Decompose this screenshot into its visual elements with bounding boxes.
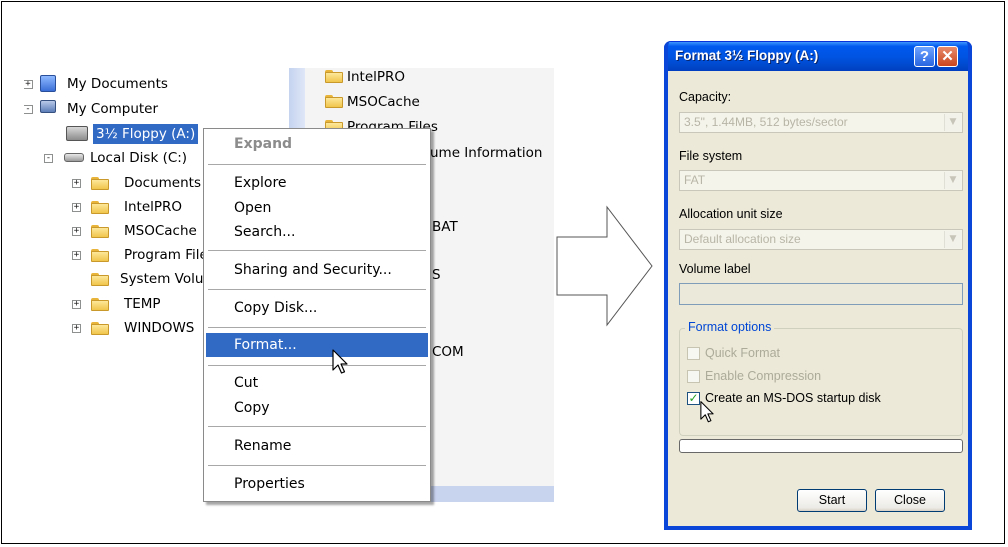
chevron-down-icon: ▼ — [944, 114, 961, 131]
tree-item-documents[interactable]: + Documents — [72, 173, 212, 193]
expand-icon[interactable]: + — [72, 251, 81, 260]
menu-separator — [208, 365, 426, 366]
menu-item-rename[interactable]: Rename — [206, 434, 428, 458]
menu-separator — [208, 250, 426, 251]
documents-icon — [40, 75, 56, 92]
context-menu: Expand Explore Open Search... Sharing an… — [203, 128, 431, 502]
right-arrow-icon — [556, 205, 653, 327]
hard-disk-icon — [64, 153, 84, 162]
menu-item-format[interactable]: Format... — [206, 333, 428, 357]
menu-separator — [208, 426, 426, 427]
capacity-value: 3.5", 1.44MB, 512 bytes/sector — [684, 115, 848, 129]
tree-item-floppy[interactable]: 3½ Floppy (A:) — [66, 124, 216, 144]
capacity-dropdown[interactable]: 3.5", 1.44MB, 512 bytes/sector ▼ — [679, 112, 963, 133]
tree-item-intelpro[interactable]: + IntelPRO — [72, 197, 212, 217]
quick-format-label: Quick Format — [705, 346, 781, 360]
filesystem-value: FAT — [684, 173, 706, 187]
expand-icon[interactable]: + — [72, 179, 81, 188]
expand-icon[interactable]: + — [72, 203, 81, 212]
folder-icon — [91, 322, 109, 335]
folder-icon — [91, 177, 109, 190]
tree-item-system-volume[interactable]: System Volu — [72, 269, 212, 289]
folder-icon — [91, 225, 109, 238]
start-button[interactable]: Start — [797, 489, 867, 512]
menu-separator — [208, 327, 426, 328]
dialog-title: Format 3½ Floppy (A:) — [675, 48, 819, 63]
floppy-drive-icon — [66, 126, 88, 141]
tree-item-my-documents[interactable]: + My Documents — [24, 74, 184, 94]
expand-icon[interactable]: + — [24, 80, 33, 89]
volume-label-input[interactable] — [679, 283, 963, 305]
tree-item-msocache[interactable]: + MSOCache — [72, 221, 212, 241]
mouse-pointer-icon — [332, 349, 348, 374]
chevron-down-icon: ▼ — [944, 172, 961, 189]
folder-icon — [91, 273, 109, 286]
collapse-icon[interactable]: - — [44, 154, 53, 163]
allocation-label: Allocation unit size — [679, 207, 783, 221]
format-dialog: Format 3½ Floppy (A:) ? ✕ Capacity: 3.5"… — [664, 41, 972, 530]
menu-separator — [208, 465, 426, 466]
menu-item-expand[interactable]: Expand — [206, 132, 428, 156]
format-progress-bar — [679, 439, 963, 453]
menu-separator — [208, 289, 426, 290]
menu-separator — [208, 164, 426, 165]
menu-item-cut[interactable]: Cut — [206, 371, 428, 395]
help-button[interactable]: ? — [914, 46, 935, 67]
chevron-down-icon: ▼ — [944, 231, 961, 248]
computer-icon — [40, 100, 56, 113]
close-window-button[interactable]: ✕ — [937, 46, 958, 67]
enable-compression-label: Enable Compression — [705, 369, 822, 383]
mouse-pointer-icon — [700, 401, 714, 423]
menu-item-open[interactable]: Open — [206, 196, 428, 220]
menu-item-properties[interactable]: Properties — [206, 472, 428, 496]
menu-item-copy-disk[interactable]: Copy Disk... — [206, 296, 428, 320]
capacity-label: Capacity: — [679, 90, 732, 104]
msdos-startup-label: Create an MS-DOS startup disk — [705, 391, 881, 405]
volume-label-caption: Volume label — [679, 262, 751, 276]
menu-item-copy[interactable]: Copy — [206, 396, 428, 420]
collapse-icon[interactable]: - — [24, 105, 33, 114]
tree-item-local-disk[interactable]: - Local Disk (C:) — [44, 148, 204, 168]
folder-icon — [91, 298, 109, 311]
msdos-startup-checkbox[interactable]: ✓ — [687, 392, 700, 405]
menu-item-search[interactable]: Search... — [206, 220, 428, 244]
close-button[interactable]: Close — [875, 489, 945, 512]
expand-icon[interactable]: + — [72, 300, 81, 309]
format-options-title: Format options — [685, 320, 775, 334]
dialog-titlebar[interactable]: Format 3½ Floppy (A:) ? ✕ — [665, 42, 971, 71]
tree-item-temp[interactable]: + TEMP — [72, 294, 212, 314]
tree-item-my-computer[interactable]: - My Computer — [24, 99, 184, 119]
expand-icon[interactable]: + — [72, 324, 81, 333]
tree-item-windows[interactable]: + WINDOWS — [72, 318, 212, 338]
expand-icon[interactable]: + — [72, 227, 81, 236]
tree-item-program-files[interactable]: + Program File — [72, 245, 212, 265]
menu-item-explore[interactable]: Explore — [206, 171, 428, 195]
folder-icon — [91, 249, 109, 262]
filesystem-dropdown[interactable]: FAT ▼ — [679, 170, 963, 191]
filesystem-label: File system — [679, 149, 743, 163]
quick-format-checkbox[interactable] — [687, 347, 700, 360]
enable-compression-checkbox[interactable] — [687, 370, 700, 383]
folder-icon — [91, 201, 109, 214]
menu-item-sharing-security[interactable]: Sharing and Security... — [206, 258, 428, 282]
allocation-value: Default allocation size — [684, 232, 801, 246]
allocation-dropdown[interactable]: Default allocation size ▼ — [679, 229, 963, 250]
